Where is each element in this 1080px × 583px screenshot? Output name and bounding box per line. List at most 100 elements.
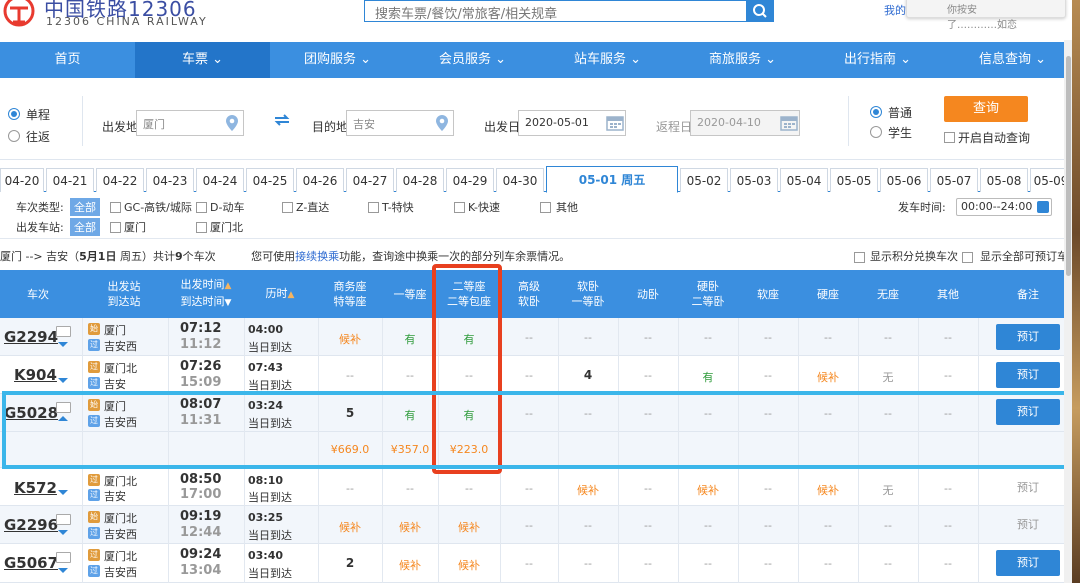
site-search-button[interactable] [746, 0, 774, 22]
seat-hard-seat[interactable]: 候补 [798, 482, 858, 498]
nav-group[interactable]: 团购服务 ⌄ [270, 42, 405, 78]
logo-subtext: 12306 CHINA RAILWAY [46, 15, 208, 28]
nav-station[interactable]: 站车服务 ⌄ [540, 42, 675, 78]
seat-first[interactable]: 候补 [382, 519, 438, 535]
seat-second[interactable]: 候补 [438, 557, 500, 573]
train-number-link[interactable]: G2296 [4, 516, 58, 534]
seat-first[interactable]: 候补 [382, 557, 438, 573]
book-button[interactable]: 预订 [996, 324, 1060, 350]
date-tab[interactable]: 05-07 [930, 168, 978, 192]
train-info-icon[interactable] [56, 326, 71, 337]
date-tab[interactable]: 04-29 [446, 168, 494, 192]
nav-business[interactable]: 商旅服务 ⌄ [675, 42, 810, 78]
seat-business[interactable]: 2 [318, 556, 382, 570]
nav-tickets[interactable]: 车票 ⌄ [135, 42, 270, 78]
train-number-link[interactable]: G5067 [4, 554, 58, 572]
seat-soft-sleeper[interactable]: 4 [558, 368, 618, 382]
date-tab[interactable]: 04-22 [96, 168, 144, 192]
query-button[interactable]: 查询 [944, 96, 1028, 122]
to-label: 目的地 [312, 120, 349, 134]
nav-info[interactable]: 信息查询 ⌄ [945, 42, 1080, 78]
book-button[interactable]: 预订 [996, 475, 1060, 501]
show-all-checkbox[interactable] [962, 252, 973, 263]
ticket-normal-radio[interactable] [870, 106, 882, 118]
filter-k-checkbox[interactable] [454, 202, 465, 213]
date-tab[interactable]: 04-25 [246, 168, 294, 192]
seat-soft-sleeper[interactable]: 候补 [558, 482, 618, 498]
transfer-link[interactable]: 接续换乘 [295, 250, 339, 263]
date-tab[interactable]: 04-20 [0, 168, 44, 192]
date-tab[interactable]: 04-21 [46, 168, 94, 192]
scrollbar-thumb[interactable] [1066, 56, 1071, 276]
station-xiamen-checkbox[interactable] [110, 222, 121, 233]
date-tab[interactable]: 05-05 [830, 168, 878, 192]
date-tab[interactable]: 04-30 [496, 168, 544, 192]
station-all[interactable]: 全部 [70, 218, 100, 236]
divider [0, 238, 1080, 239]
depart-date-label: 出发日 [484, 120, 521, 134]
seat-soft-sleeper: -- [584, 519, 592, 532]
date-tab[interactable]: 05-04 [780, 168, 828, 192]
summary-route: 厦门 --> 吉安（ [0, 250, 80, 263]
seat-hard-sleeper[interactable]: 有 [678, 369, 738, 385]
nav-home[interactable]: 首页 [0, 42, 135, 78]
my-account-link[interactable]: 我的 [884, 2, 906, 18]
filter-d-checkbox[interactable] [196, 202, 207, 213]
date-tab[interactable]: 04-28 [396, 168, 444, 192]
calendar-icon[interactable] [606, 115, 624, 131]
date-tab[interactable]: 04-27 [346, 168, 394, 192]
filter-z-checkbox[interactable] [282, 202, 293, 213]
one-way-radio[interactable] [8, 108, 20, 120]
show-points-checkbox[interactable] [854, 252, 865, 263]
arrive-time: 13:04 [180, 563, 222, 578]
seat-first[interactable]: 有 [382, 331, 438, 347]
calendar-icon[interactable] [780, 115, 798, 131]
seat-hard-sleeper[interactable]: 候补 [678, 482, 738, 498]
col-times[interactable]: 出发时间▲ 到达时间▼ [168, 270, 244, 318]
date-tab[interactable]: 04-24 [196, 168, 244, 192]
date-tab[interactable]: 04-26 [296, 168, 344, 192]
station-xiamenbei-checkbox[interactable] [196, 222, 207, 233]
book-button[interactable]: 预订 [996, 550, 1060, 576]
seat-second[interactable]: 候补 [438, 519, 500, 535]
chevron-down-icon[interactable] [58, 568, 68, 573]
train-number-link[interactable]: K904 [14, 366, 57, 384]
chevron-down-icon[interactable] [58, 530, 68, 535]
train-info-icon[interactable] [56, 514, 71, 525]
swap-stations-icon[interactable] [274, 114, 290, 126]
site-search-input[interactable]: 搜索车票/餐饮/常旅客/相关规章 [364, 0, 748, 22]
nav-guide[interactable]: 出行指南 ⌄ [810, 42, 945, 78]
date-tab[interactable]: 05-02 [680, 168, 728, 192]
col-remark: 备注 [1017, 287, 1039, 301]
chevron-down-icon[interactable] [58, 378, 68, 383]
col-duration[interactable]: 历时▲ [248, 270, 312, 318]
seat-moving-sleeper: -- [644, 331, 652, 344]
depart-time: 09:24 [180, 547, 222, 562]
chevron-down-icon[interactable] [58, 490, 68, 495]
date-tab[interactable]: 05-06 [880, 168, 928, 192]
arrive-station: 吉安 [104, 378, 126, 391]
filter-gc-checkbox[interactable] [110, 202, 121, 213]
nav-member[interactable]: 会员服务 ⌄ [405, 42, 540, 78]
train-type-all[interactable]: 全部 [70, 198, 100, 216]
chevron-down-icon[interactable] [58, 342, 68, 347]
date-tab[interactable]: 05-03 [730, 168, 778, 192]
train-number-link[interactable]: K572 [14, 479, 57, 497]
seat-hard-seat[interactable]: 候补 [798, 369, 858, 385]
train-info-icon[interactable] [56, 552, 71, 563]
seat-business[interactable]: 候补 [318, 331, 382, 347]
book-button[interactable]: 预订 [996, 362, 1060, 388]
round-trip-radio[interactable] [8, 130, 20, 142]
filter-t-checkbox[interactable] [368, 202, 379, 213]
date-tab[interactable]: 05-08 [980, 168, 1028, 192]
depart-time-select[interactable]: 00:00--24:00 [956, 198, 1052, 216]
date-tab[interactable]: 04-23 [146, 168, 194, 192]
ticket-student-radio[interactable] [870, 126, 882, 138]
book-button[interactable]: 预订 [996, 512, 1060, 538]
seat-business[interactable]: 候补 [318, 519, 382, 535]
date-tab-selected[interactable]: 05-01 周五 [546, 166, 678, 193]
show-points-label: 显示积分兑换车次 [870, 250, 958, 263]
filter-other-checkbox[interactable] [540, 202, 551, 213]
train-number-link[interactable]: G2294 [4, 328, 58, 346]
auto-query-checkbox[interactable] [944, 132, 955, 143]
